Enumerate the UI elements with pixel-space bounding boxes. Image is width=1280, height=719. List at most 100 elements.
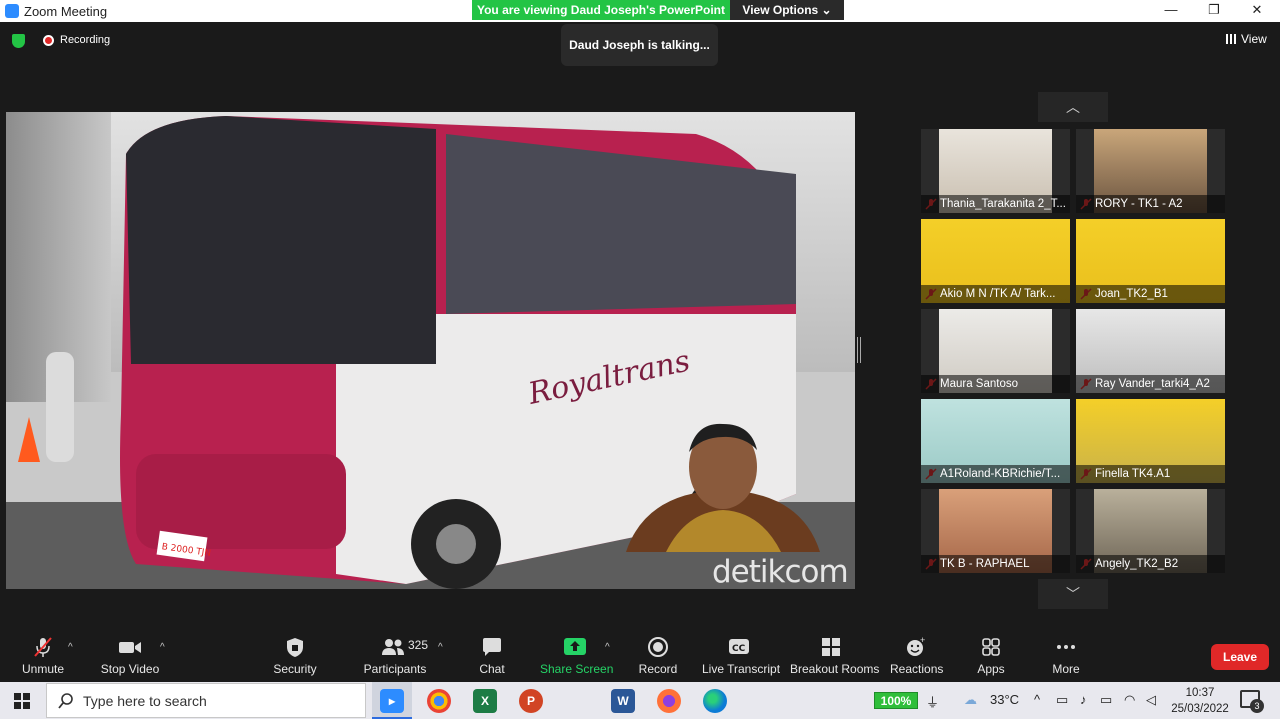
temperature-label[interactable]: 33°C [990,692,1019,707]
screen-share-banner: You are viewing Daud Joseph's PowerPoint… [472,0,844,20]
reactions-button[interactable]: + Reactions [890,628,944,682]
participant-name: Finella TK4.A1 [1076,465,1225,483]
apps-button[interactable]: Apps [972,628,1010,682]
wifi-icon[interactable]: ◠ [1124,692,1135,708]
windows-taskbar: Type here to search ▸ X P W 100% ⏚ ☁ 33°… [0,682,1280,719]
word-taskbar-icon[interactable]: W [611,689,635,713]
plug-icon[interactable]: ⏚ [926,692,939,711]
clock-date: 25/03/2022 [1171,703,1229,715]
unmute-button[interactable]: Unmute [18,628,68,682]
close-button[interactable]: ✕ [1242,2,1272,20]
gallery-down-button[interactable]: ﹀ [1038,579,1108,609]
meet-now-icon[interactable]: ▭ [1056,692,1068,708]
gallery-up-button[interactable]: ︿ [1038,92,1108,122]
participant-name: Joan_TK2_B1 [1076,285,1225,303]
participant-tile[interactable]: Maura Santoso [921,309,1070,393]
resize-handle[interactable] [857,337,861,363]
participant-name: RORY - TK1 - A2 [1076,195,1225,213]
participants-button[interactable]: 325 Participants [360,628,430,682]
chrome-taskbar-icon[interactable] [427,689,451,713]
recording-icon [43,35,54,46]
live-transcript-button[interactable]: CC Live Transcript [702,628,781,682]
participant-tile[interactable]: Akio M N /TK A/ Tark... [921,219,1070,303]
active-speaker-label: Daud Joseph is talking... [561,24,718,66]
security-label: Security [273,662,317,676]
record-button[interactable]: Record [636,628,680,682]
participant-tile[interactable]: RORY - TK1 - A2 [1076,129,1225,213]
search-placeholder: Type here to search [83,693,207,709]
reactions-label: Reactions [890,662,944,676]
restore-button[interactable]: ❐ [1199,2,1229,20]
participant-tile[interactable]: Thania_Tarakanita 2_T... [921,129,1070,213]
recording-label[interactable]: Recording [60,34,110,46]
smiley-icon: + [907,636,925,656]
video-options-caret[interactable]: ^ [160,642,165,653]
battery-percentage[interactable]: 100% [874,692,918,709]
participant-tile[interactable]: A1Roland-KBRichie/T... [921,399,1070,483]
breakout-rooms-button[interactable]: Breakout Rooms [790,628,880,682]
volume-icon[interactable]: ◁ [1146,692,1156,708]
share-screen-label: Share Screen [540,662,614,676]
show-hidden-icons-chevron-icon[interactable]: ^ [1034,692,1040,707]
leave-button[interactable]: Leave [1211,644,1269,670]
participant-name: TK B - RAPHAEL [921,555,1070,573]
breakout-rooms-label: Breakout Rooms [790,662,880,676]
stop-video-label: Stop Video [100,662,160,676]
zoom-taskbar-icon[interactable]: ▸ [380,689,404,713]
stop-video-button[interactable]: Stop Video [98,628,162,682]
viewing-share-label: You are viewing Daud Joseph's PowerPoint [472,0,730,20]
video-camera-icon [119,642,141,653]
participant-name: A1Roland-KBRichie/T... [921,465,1070,483]
view-options-button[interactable]: View Options ⌄ [730,0,844,20]
audio-options-caret[interactable]: ^ [68,642,73,653]
excel-taskbar-icon[interactable]: X [473,689,497,713]
shared-screen: Royaltrans B 2000 TJN detikcom [6,112,855,589]
edge-taskbar-icon[interactable] [703,689,727,713]
participant-name: Maura Santoso [921,375,1070,393]
weather-icon[interactable]: ☁ [964,692,977,708]
svg-text:+: + [920,636,925,645]
live-transcript-label: Live Transcript [702,662,781,676]
security-button[interactable]: Security [270,628,320,682]
participant-tile[interactable]: Angely_TK2_B2 [1076,489,1225,573]
participant-tile[interactable]: TK B - RAPHAEL [921,489,1070,573]
participants-icon [382,639,404,655]
microphone-icon[interactable]: ♪ [1080,692,1087,707]
taskbar-search-box[interactable]: Type here to search [46,683,366,718]
window-title: Zoom Meeting [24,4,108,19]
share-screen-button[interactable]: Share Screen [540,628,614,682]
notification-count-badge: 3 [1250,699,1264,713]
share-screen-icon [564,638,586,655]
breakout-rooms-icon [822,638,840,656]
participant-name: Thania_Tarakanita 2_T... [921,195,1070,213]
chat-button[interactable]: Chat [472,628,512,682]
zoom-app-icon [5,4,19,18]
participant-tile[interactable]: Finella TK4.A1 [1076,399,1225,483]
search-icon [58,693,73,709]
participants-label: Participants [363,662,427,676]
meeting-toolbar: Unmute ^ Stop Video ^ Security 325 Parti… [0,628,1280,682]
more-icon [1057,645,1075,649]
record-label: Record [638,662,678,676]
battery-icon[interactable]: ▭ [1100,692,1112,708]
encryption-shield-icon[interactable] [12,34,25,48]
traffic-cone-image [18,417,40,462]
minimize-button[interactable]: — [1156,2,1186,20]
share-screen-caret[interactable]: ^ [605,642,610,653]
participant-tile[interactable]: Ray Vander_tarki4_A2 [1076,309,1225,393]
participant-tile[interactable]: Joan_TK2_B1 [1076,219,1225,303]
presenter-video [626,423,820,552]
more-button[interactable]: More [1046,628,1086,682]
more-label: More [1052,662,1080,676]
participants-caret[interactable]: ^ [438,642,443,653]
guard-image [46,352,74,462]
powerpoint-taskbar-icon[interactable]: P [519,689,543,713]
participant-name: Ray Vander_tarki4_A2 [1076,375,1225,393]
clock-time: 10:37 [1185,687,1215,699]
windows-start-icon[interactable] [14,693,30,709]
mic-muted-icon [34,637,52,657]
watermark: detikcom [712,554,849,589]
view-button[interactable]: View [1226,32,1267,46]
firefox-taskbar-icon[interactable] [657,689,681,713]
taskbar-clock[interactable]: 10:37 25/03/2022 [1170,685,1230,717]
